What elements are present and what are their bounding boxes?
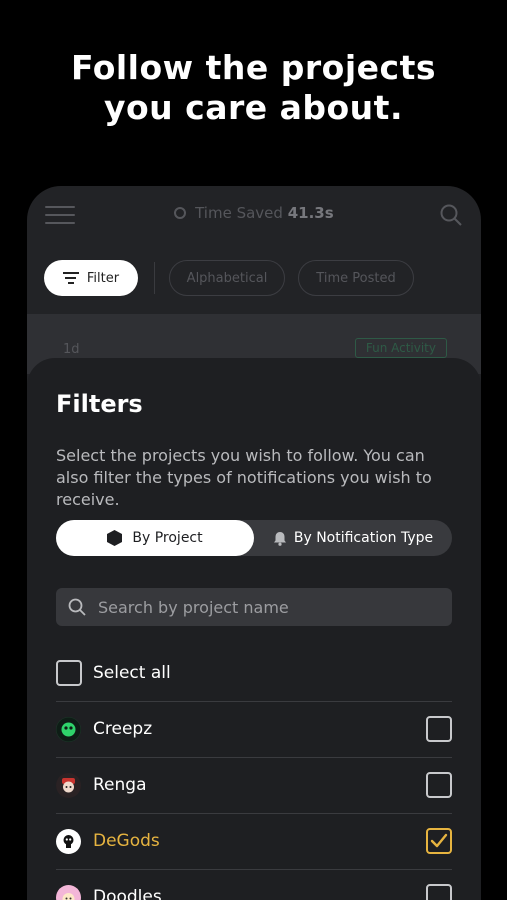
list-item[interactable]: Doodles [56, 870, 452, 900]
tab-by-project-label: By Project [132, 530, 203, 546]
doodles-avatar-icon [56, 885, 81, 900]
list-item[interactable]: Renga [56, 758, 452, 814]
select-all-row[interactable]: Select all [56, 646, 452, 702]
headline-line-2: you care about. [103, 88, 403, 127]
sort-chips: Filter Alphabetical Time Posted [27, 258, 481, 298]
list-item[interactable]: DeGods [56, 814, 452, 870]
sheet-title: Filters [56, 390, 143, 418]
tab-by-notification-type[interactable]: By Notification Type [254, 520, 452, 556]
project-checkbox-checked[interactable] [426, 828, 452, 854]
bell-icon [273, 531, 286, 546]
search-icon [68, 598, 86, 616]
checkmark-icon [430, 833, 448, 848]
tab-by-project[interactable]: By Project [56, 520, 254, 556]
tab-by-notification-label: By Notification Type [293, 530, 434, 546]
list-item[interactable]: Creepz [56, 702, 452, 758]
degods-avatar-icon [56, 829, 81, 854]
chip-divider [154, 262, 155, 294]
project-name: Renga [93, 775, 147, 795]
renga-avatar-icon [56, 773, 81, 798]
headline: Follow the projects you care about. [0, 48, 507, 128]
timer-icon [174, 207, 187, 219]
headline-line-1: Follow the projects [70, 48, 437, 87]
time-saved-value: 41.3s [287, 204, 334, 222]
project-checkbox[interactable] [426, 716, 452, 742]
phone-screen: Time Saved 41.3s Filter Alphabetical Tim… [27, 186, 481, 900]
search-icon[interactable] [439, 203, 463, 227]
project-name: Creepz [93, 719, 153, 739]
filter-mode-toggle: By Project By Notification Type [56, 520, 452, 556]
project-checkbox[interactable] [426, 884, 452, 900]
select-all-checkbox[interactable] [56, 660, 82, 686]
project-search-input[interactable] [98, 588, 438, 626]
filter-button[interactable]: Filter [44, 260, 138, 296]
filter-label: Filter [86, 270, 120, 286]
top-bar: Time Saved 41.3s [27, 186, 481, 246]
time-saved-label: Time Saved [195, 204, 283, 222]
hexagon-icon [107, 530, 123, 546]
project-checkbox[interactable] [426, 772, 452, 798]
time-saved: Time Saved 41.3s [27, 204, 481, 222]
feed-age: 1d [63, 342, 80, 357]
project-name: Doodles [93, 887, 162, 900]
select-all-label: Select all [93, 663, 171, 683]
sheet-description: Select the projects you wish to follow. … [56, 446, 432, 509]
creepz-avatar-icon [56, 717, 81, 742]
filter-icon [62, 269, 79, 287]
feed-tag: Fun Activity [354, 338, 447, 358]
project-name: DeGods [93, 831, 160, 851]
time-posted-chip[interactable]: Time Posted [298, 260, 414, 296]
filters-sheet: Filters Select the projects you wish to … [27, 358, 481, 900]
alphabetical-chip[interactable]: Alphabetical [169, 260, 285, 296]
project-search-box [56, 588, 452, 626]
